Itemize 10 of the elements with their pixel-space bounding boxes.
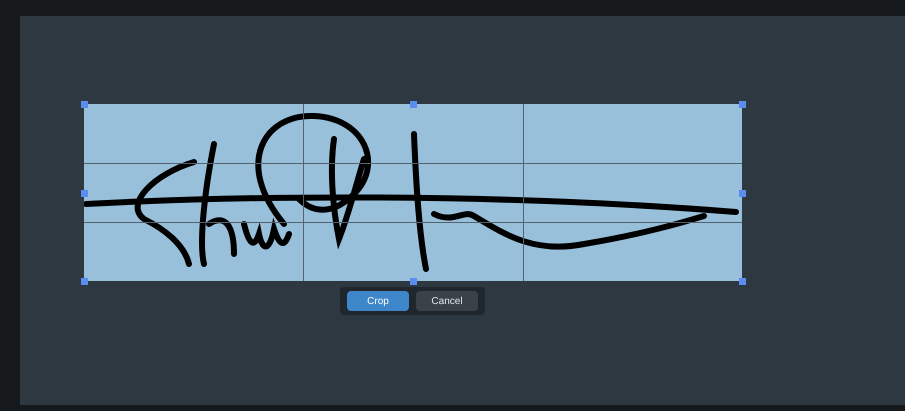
- cancel-button[interactable]: Cancel: [416, 291, 478, 311]
- crop-button[interactable]: Crop: [347, 291, 409, 311]
- crop-handle[interactable]: [739, 190, 746, 196]
- crop-handle[interactable]: [739, 101, 746, 108]
- crop-handle[interactable]: [81, 190, 88, 196]
- crop-handle[interactable]: [410, 101, 417, 108]
- crop-handle[interactable]: [410, 278, 417, 285]
- crop-handle[interactable]: [81, 101, 88, 108]
- crop-handle[interactable]: [81, 278, 88, 285]
- crop-handle[interactable]: [739, 278, 746, 285]
